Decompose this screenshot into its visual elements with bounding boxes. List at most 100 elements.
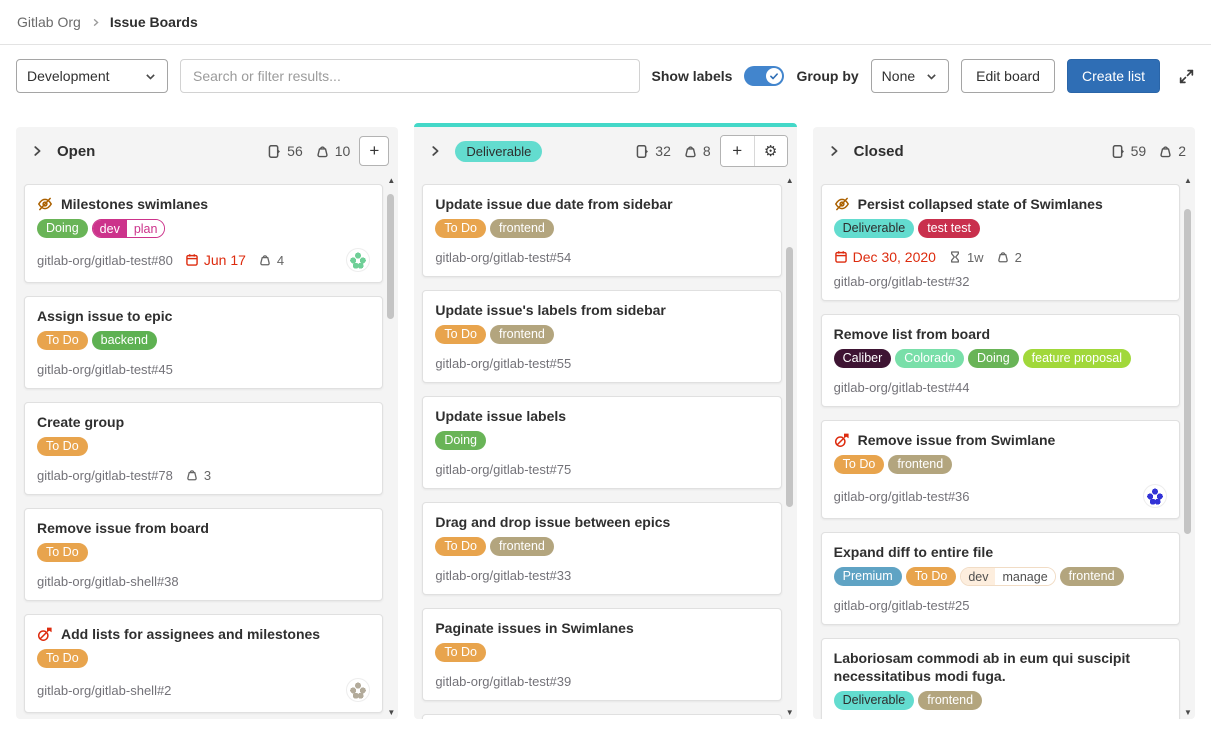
collapse-column-button[interactable] <box>26 140 48 162</box>
column-scrollbar: ▲▼ <box>385 177 397 717</box>
issue-label[interactable]: To Do <box>435 537 486 556</box>
issue-card[interactable]: Update issue labels Doing gitlab-org/gitla… <box>422 396 781 489</box>
issue-title-row: Update issue's labels from sidebar <box>435 301 768 319</box>
issue-label[interactable]: To Do <box>435 325 486 344</box>
issue-label[interactable]: Deliverable <box>834 691 915 710</box>
issue-title-row: Assign issue to epic <box>37 307 370 325</box>
issue-labels: To Dofrontend <box>834 455 1167 474</box>
issue-count: 59 <box>1111 143 1147 159</box>
issue-label[interactable]: To Do <box>906 567 957 586</box>
issue-label[interactable]: Colorado <box>895 349 964 368</box>
issue-label[interactable]: Deliverable <box>834 219 915 238</box>
weight-count-value: 2 <box>1178 143 1186 159</box>
issue-card[interactable]: Remove list from board CaliberColoradoDoi… <box>821 314 1180 407</box>
issue-card[interactable] <box>422 714 781 719</box>
issue-label[interactable]: frontend <box>888 455 952 474</box>
issue-card[interactable]: Add lists for assignees and milestones To… <box>24 614 383 713</box>
issue-label[interactable]: To Do <box>37 543 88 562</box>
issue-label[interactable]: Caliber <box>834 349 892 368</box>
issue-label[interactable]: test test <box>918 219 980 238</box>
due-date-value: Dec 30, 2020 <box>853 249 936 265</box>
issue-label[interactable]: frontend <box>1060 567 1124 586</box>
issue-labels: To Do <box>435 643 768 662</box>
scroll-up-arrow-icon[interactable]: ▲ <box>385 177 397 185</box>
column-title: Closed <box>854 143 904 160</box>
chevron-down-icon <box>925 70 938 83</box>
issue-label[interactable]: Doing <box>37 219 88 238</box>
issue-card[interactable]: Persist collapsed state of SwimlanesDeli… <box>821 184 1180 301</box>
issues-count-icon <box>267 144 282 159</box>
issue-card[interactable]: Paginate issues in SwimlanesTo Dogitlab-… <box>422 608 781 701</box>
issue-label[interactable]: Doing <box>435 431 486 450</box>
issue-reference: gitlab-org/gitlab-test#75 <box>435 462 571 477</box>
issue-title-row: Add lists for assignees and milestones <box>37 625 370 643</box>
edit-board-button[interactable]: Edit board <box>961 59 1055 93</box>
issue-labels: PremiumTo Dodevmanage frontend <box>834 567 1167 586</box>
issue-card[interactable]: Create group To Do gitlab-org/gitlab-test#… <box>24 402 383 495</box>
issue-label[interactable]: To Do <box>435 219 486 238</box>
issue-card[interactable]: Assign issue to epicTo Dobackendgitlab-o… <box>24 296 383 389</box>
search-input[interactable] <box>180 59 640 93</box>
issue-card[interactable]: Expand diff to entire filePremiumTo Dode… <box>821 532 1180 625</box>
issue-count-value: 32 <box>655 143 671 159</box>
group-by-label: Group by <box>796 68 858 84</box>
issue-labels: To Do <box>37 437 370 456</box>
column-scrollbar: ▲▼ <box>784 177 796 717</box>
issue-label[interactable]: frontend <box>490 325 554 344</box>
issue-label[interactable]: frontend <box>490 537 554 556</box>
issue-label[interactable]: To Do <box>834 455 885 474</box>
issue-label[interactable]: backend <box>92 331 157 350</box>
list-settings-button[interactable]: ⚙ <box>754 136 787 166</box>
issue-meta-row: gitlab-org/gitlab-test#32 <box>834 272 1167 290</box>
add-issue-button[interactable]: + <box>359 136 389 166</box>
show-labels-toggle[interactable] <box>744 66 784 86</box>
scroll-down-arrow-icon[interactable]: ▼ <box>385 709 397 717</box>
issue-label[interactable]: To Do <box>37 649 88 668</box>
issue-title-row: Create group <box>37 413 370 431</box>
issue-card[interactable]: Milestones swimlanesDoingdevplangitlab-o… <box>24 184 383 283</box>
scroll-down-arrow-icon[interactable]: ▼ <box>1182 709 1194 717</box>
scroll-up-arrow-icon[interactable]: ▲ <box>784 177 796 185</box>
scoped-issue-label[interactable]: devplan <box>92 219 166 238</box>
issue-weight: 4 <box>258 253 284 268</box>
issue-label[interactable]: frontend <box>490 219 554 238</box>
create-list-button[interactable]: Create list <box>1067 59 1160 93</box>
issue-title-row: Remove list from board <box>834 325 1167 343</box>
issue-meta-row: gitlab-org/gitlab-shell#38 <box>37 572 370 590</box>
issue-title-row: Milestones swimlanes <box>37 195 370 213</box>
add-issue-button[interactable]: + <box>721 136 754 166</box>
breadcrumb-group-link[interactable]: Gitlab Org <box>17 14 81 30</box>
board-switcher-dropdown[interactable]: Development <box>16 59 168 93</box>
issue-label[interactable]: frontend <box>918 691 982 710</box>
issue-card[interactable]: Remove issue from boardTo Dogitlab-org/g… <box>24 508 383 601</box>
scoped-issue-label[interactable]: devmanage <box>960 567 1055 586</box>
column-header: Open5610+ <box>16 127 398 175</box>
group-by-dropdown[interactable]: None <box>871 59 949 93</box>
issue-card[interactable]: Update issue's labels from sidebar To Dof… <box>422 290 781 383</box>
scroll-down-arrow-icon[interactable]: ▼ <box>784 709 796 717</box>
issue-title: Update issue labels <box>435 407 566 425</box>
collapse-column-button[interactable] <box>823 140 845 162</box>
board: Open5610+Milestones swimlanesDoingdevpla… <box>0 93 1211 719</box>
issue-card[interactable]: Laboriosam commodi ab in eum qui suscipi… <box>821 638 1180 719</box>
scrollbar-thumb[interactable] <box>786 247 793 507</box>
time-estimate-value: 1w <box>967 250 984 265</box>
scrollbar-thumb[interactable] <box>387 194 394 319</box>
issue-card[interactable]: Drag and drop issue between epicsTo Dofr… <box>422 502 781 595</box>
scrollbar-thumb[interactable] <box>1184 209 1191 534</box>
collapse-column-button[interactable] <box>424 140 446 162</box>
scroll-up-arrow-icon[interactable]: ▲ <box>1182 177 1194 185</box>
issue-label[interactable]: To Do <box>435 643 486 662</box>
issue-label[interactable]: To Do <box>37 437 88 456</box>
issue-reference: gitlab-org/gitlab-test#78 <box>37 468 173 483</box>
chevron-right-icon <box>30 144 44 158</box>
issue-card[interactable]: Update issue due date from sidebarTo Dof… <box>422 184 781 277</box>
issue-label[interactable]: feature proposal <box>1023 349 1131 368</box>
fullscreen-toggle-icon[interactable] <box>1178 68 1195 85</box>
issue-count-value: 56 <box>287 143 303 159</box>
issue-label[interactable]: Premium <box>834 567 902 586</box>
issue-label[interactable]: To Do <box>37 331 88 350</box>
column-header: Deliverable328+⚙ <box>414 127 796 175</box>
issue-card[interactable]: Remove issue from SwimlaneTo Dofrontendg… <box>821 420 1180 519</box>
issue-label[interactable]: Doing <box>968 349 1019 368</box>
